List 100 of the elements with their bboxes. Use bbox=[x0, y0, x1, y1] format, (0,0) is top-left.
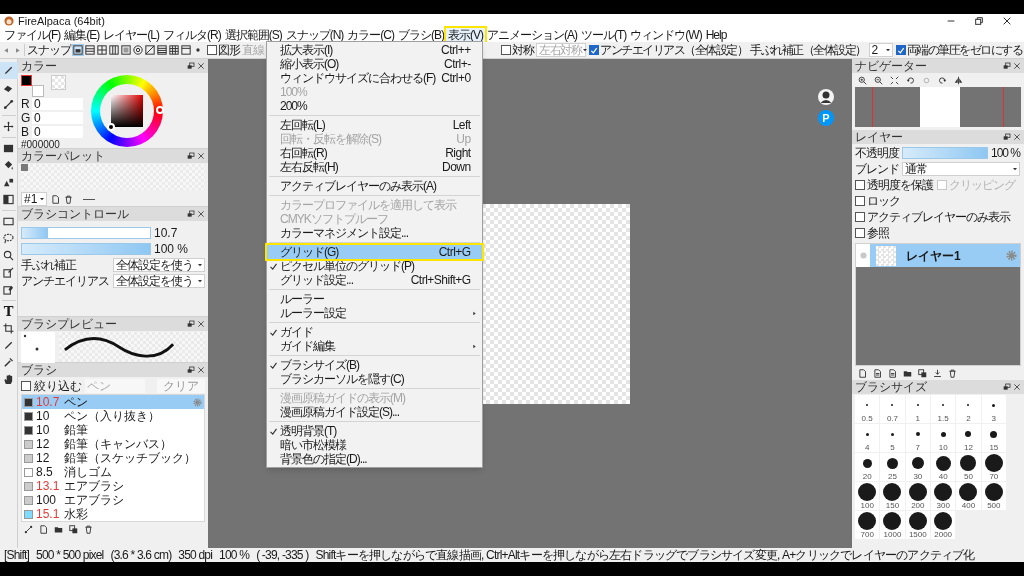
status-text: 500 * 500 pixel bbox=[36, 548, 104, 562]
menu-item[interactable]: アクティブレイヤーのみ表示(A) bbox=[267, 179, 482, 193]
brush-size-item[interactable]: 0.5 bbox=[855, 395, 880, 423]
panel-title: ブラシサイズ bbox=[855, 380, 927, 394]
menu-item[interactable]: ガイド bbox=[267, 325, 482, 339]
tool-button[interactable]: T bbox=[0, 303, 18, 320]
menu-item[interactable]: ルーラー設定 bbox=[267, 306, 482, 320]
brush-item[interactable]: 12 鉛筆（キャンバス） bbox=[22, 437, 204, 451]
menu-item[interactable]: スナップ(N) bbox=[283, 28, 346, 42]
menu-item[interactable]: 編集(E) bbox=[62, 28, 102, 42]
checkbox-label: 対称 bbox=[512, 43, 533, 57]
brush-item[interactable]: 8.5 消しゴム bbox=[22, 465, 204, 479]
status-text: Shiftキーを押しながらで直線描画, Ctrl+Altキーを押しながら左右ドラッグでブラシサイズ変更, A+クリックでレイヤーのアクティブ化 bbox=[315, 548, 975, 562]
brush-item[interactable]: 100 エアブラシ bbox=[22, 493, 204, 507]
dropdown[interactable]: 全体設定を使う bbox=[113, 258, 205, 272]
menu-item[interactable]: ガイド編集 bbox=[267, 339, 482, 353]
menu-item[interactable]: 背景色の指定(D)... bbox=[267, 452, 482, 466]
brush-size-item[interactable]: 100 bbox=[855, 482, 880, 510]
brush-size-item[interactable]: 2000 bbox=[931, 511, 956, 539]
menu-item[interactable]: 透明背景(T) bbox=[267, 424, 482, 438]
menu-item[interactable]: ピクセル単位のグリッド(P) bbox=[267, 259, 482, 273]
menu-item[interactable]: 右回転(R) Right bbox=[267, 146, 482, 160]
brush-size-item[interactable]: 300 bbox=[931, 482, 956, 510]
brush-size-item[interactable]: 200 bbox=[905, 482, 930, 510]
brush-size-item[interactable]: 2 bbox=[956, 395, 981, 423]
menu-item[interactable]: 暗い市松模様 bbox=[267, 438, 482, 452]
channel-label: G bbox=[21, 111, 30, 125]
brush-item[interactable]: 13.1 エアブラシ bbox=[22, 479, 204, 493]
brush-size-item[interactable]: 4 bbox=[855, 424, 880, 452]
dropdown[interactable]: 通常 bbox=[902, 162, 1020, 176]
brush-size-item[interactable]: 25 bbox=[880, 453, 905, 481]
brush-size-item[interactable]: 7 bbox=[905, 424, 930, 452]
brush-size-item[interactable]: 1.5 bbox=[931, 395, 956, 423]
menu-item[interactable]: レイヤー(L) bbox=[101, 28, 161, 42]
brush-size-item[interactable]: 40 bbox=[931, 453, 956, 481]
panel-title: ブラシプレビュー bbox=[21, 317, 117, 331]
brush-item[interactable]: 15.1 水彩 bbox=[22, 507, 204, 521]
brush-size-item[interactable]: 20 bbox=[855, 453, 880, 481]
checkbox-label: 両端の筆圧をゼロにする bbox=[906, 43, 1022, 57]
menu-item[interactable]: 200% bbox=[267, 99, 482, 113]
menu-item[interactable]: フィルタ(R) bbox=[161, 28, 223, 42]
brush-size-item[interactable]: 30 bbox=[905, 453, 930, 481]
brush-size-item[interactable]: 500 bbox=[981, 482, 1006, 510]
input-field[interactable]: ペン bbox=[85, 378, 145, 393]
menu-item[interactable]: 漫画原稿ガイド設定(S)... bbox=[267, 405, 482, 419]
panel-title: カラー bbox=[21, 59, 57, 73]
dropdown[interactable]: 全体設定を使う bbox=[113, 274, 205, 288]
dropdown[interactable]: #1 bbox=[21, 192, 47, 206]
dropdown[interactable]: 2 bbox=[868, 43, 893, 57]
brush-size-item[interactable]: 10 bbox=[931, 424, 956, 452]
menu-item[interactable]: Help bbox=[703, 28, 729, 42]
brush-size-item[interactable]: 3 bbox=[981, 395, 1006, 423]
menu-item[interactable]: ウィンドウ(W) bbox=[628, 28, 704, 42]
brush-size-item[interactable]: 12 bbox=[956, 424, 981, 452]
menu-item[interactable]: 左右反転(H) Down bbox=[267, 160, 482, 174]
brush-size-item[interactable]: 1000 bbox=[880, 511, 905, 539]
brush-item[interactable]: 10 鉛筆 bbox=[22, 423, 204, 437]
input-field[interactable]: 0 bbox=[32, 112, 83, 124]
menu-item[interactable]: グリッド設定... Ctrl+Shift+G bbox=[267, 273, 482, 287]
checkbox-label: アクティブレイヤーのみ表示 bbox=[867, 210, 1010, 224]
menu-item[interactable]: カラーマネジメント設定... bbox=[267, 226, 482, 240]
menu-item[interactable]: ブラシカーソルを隠す(C) bbox=[267, 372, 482, 386]
brush-size-item[interactable]: 150 bbox=[880, 482, 905, 510]
brush-size-item[interactable]: 15 bbox=[981, 424, 1006, 452]
toolbar-label: 手ぶれ補正（全体設定） bbox=[750, 43, 866, 57]
menu-item[interactable]: カラー(C) bbox=[345, 28, 396, 42]
menu-item[interactable]: ブラシサイズ(B) bbox=[267, 358, 482, 372]
panel-title: ナビゲーター bbox=[855, 59, 927, 73]
brush-item[interactable]: 10 ペン（入り抜き） bbox=[22, 409, 204, 423]
status-text: [Shift] bbox=[4, 548, 30, 562]
brush-item[interactable]: 12 鉛筆（スケッチブック） bbox=[22, 451, 204, 465]
status-text: ( -39, -335 ) bbox=[256, 548, 309, 562]
brush-size-item[interactable]: 50 bbox=[956, 453, 981, 481]
brush-size-item[interactable]: 70 bbox=[981, 453, 1006, 481]
menu-item[interactable]: ルーラー bbox=[267, 292, 482, 306]
menu-item[interactable]: 選択範囲(S) bbox=[222, 28, 284, 42]
brush-size-item[interactable]: 1 bbox=[905, 395, 930, 423]
menu-item[interactable]: グリッド(G) Ctrl+G bbox=[267, 245, 482, 259]
menu-item[interactable]: ツール(T) bbox=[579, 28, 629, 42]
checkbox-label: ロック bbox=[867, 194, 900, 208]
checkbox-label: 図形 bbox=[218, 43, 240, 57]
brush-size-item[interactable]: 1500 bbox=[905, 511, 930, 539]
menu-item[interactable]: ブラシ(B) bbox=[396, 28, 446, 42]
menu-item[interactable]: 左回転(L) Left bbox=[267, 118, 482, 132]
brush-size-item[interactable]: 0.7 bbox=[880, 395, 905, 423]
input-field[interactable]: 0 bbox=[32, 126, 83, 138]
menu-item[interactable]: 縮小表示(O) Ctrl+- bbox=[267, 57, 482, 71]
panel-title: ブラシ bbox=[21, 363, 57, 377]
menu-item[interactable]: ウィンドウサイズに合わせる(F) Ctrl+0 bbox=[267, 71, 482, 85]
input-field[interactable]: 0 bbox=[32, 98, 83, 110]
menu-item[interactable]: 表示(V) bbox=[446, 28, 485, 42]
status-text: 350 dpi bbox=[178, 548, 213, 562]
toolbar-label: スナップ bbox=[27, 43, 71, 57]
brush-size-item[interactable]: 400 bbox=[956, 482, 981, 510]
brush-size-item[interactable]: 5 bbox=[880, 424, 905, 452]
brush-size-item[interactable]: 700 bbox=[855, 511, 880, 539]
brush-item[interactable]: 10.7 ペン bbox=[22, 395, 204, 409]
menu-item[interactable]: アニメーション(A) bbox=[485, 28, 579, 42]
menu-item[interactable]: ファイル(F) bbox=[2, 28, 63, 42]
menu-item[interactable]: 拡大表示(I) Ctrl++ bbox=[267, 43, 482, 57]
